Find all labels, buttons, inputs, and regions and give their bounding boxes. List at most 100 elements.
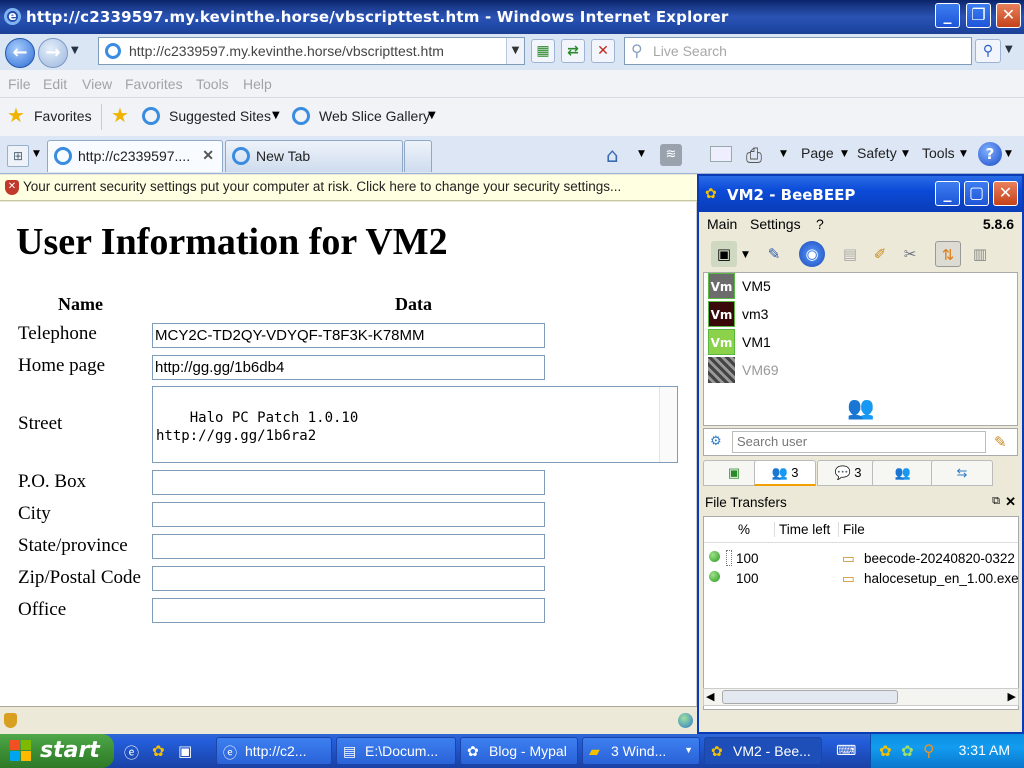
chevron-down-icon[interactable]: ▼	[272, 110, 280, 121]
office-field[interactable]	[152, 598, 545, 623]
read-mail-icon[interactable]	[710, 146, 732, 162]
close-panel-icon[interactable]: ✕	[1005, 494, 1016, 510]
tab-groups[interactable]: 👥	[872, 460, 934, 486]
clear-search-icon[interactable]: ✎	[994, 433, 1007, 451]
scroll-left-icon[interactable]: ◀	[706, 690, 714, 703]
address-dropdown-icon[interactable]: ▼	[506, 38, 524, 64]
taskbar-button-explorer-group[interactable]: ▰ 3 Wind... ▼	[582, 737, 700, 765]
keyboard-icon[interactable]: ⌨	[836, 743, 856, 759]
security-shield-icon[interactable]	[4, 713, 17, 728]
chevron-down-icon[interactable]: ▼	[638, 149, 645, 159]
search-options-icon[interactable]: ⚙	[710, 434, 722, 449]
street-textarea[interactable]: Halo PC Patch 1.0.10 http://gg.gg/1b6ra2	[152, 386, 678, 463]
home-page-field[interactable]: http://gg.gg/1b6db4	[152, 355, 545, 380]
tab-list-dropdown-icon[interactable]: ▼	[33, 149, 40, 159]
menu-help[interactable]: ?	[816, 216, 824, 232]
compatibility-view-icon[interactable]: ▦	[531, 39, 555, 63]
search-user-input[interactable]: Search user	[732, 431, 986, 453]
pencil-icon[interactable]: ✐	[867, 241, 893, 267]
maximize-button[interactable]: ❐	[966, 3, 991, 28]
close-tab-icon[interactable]: ✕	[202, 147, 214, 164]
new-tab-button[interactable]	[404, 140, 432, 172]
minimize-button[interactable]: _	[935, 3, 960, 28]
quick-launch-desktop-icon[interactable]: ▣	[178, 742, 192, 760]
help-icon[interactable]: ?	[978, 142, 1002, 166]
network-icon[interactable]: ◉	[799, 241, 825, 267]
live-search-box[interactable]: ⚲ Live Search	[624, 37, 972, 65]
page-menu[interactable]: Page	[801, 145, 834, 161]
tab-current[interactable]: http://c2339597.... ✕	[47, 140, 223, 172]
state-field[interactable]	[152, 534, 545, 559]
add-favorites-icon[interactable]: ★	[111, 103, 129, 127]
minimize-button[interactable]: _	[935, 181, 960, 206]
tab-new-tab[interactable]: New Tab	[225, 140, 403, 172]
internet-zone-icon[interactable]	[678, 713, 693, 728]
print-icon[interactable]: ⎙	[746, 143, 762, 167]
search-go-button[interactable]: ⚲	[975, 39, 1001, 63]
address-input[interactable]: http://c2339597.my.kevinthe.horse/vbscri…	[129, 43, 444, 59]
quick-tabs-icon[interactable]: ⊞	[7, 145, 29, 167]
clock[interactable]: 3:31 AM	[959, 742, 1010, 758]
refresh-icon[interactable]: ⇄	[561, 39, 585, 63]
tools-icon[interactable]: ✂	[897, 241, 923, 267]
taskbar-button-notepad[interactable]: ▤ E:\Docum...	[336, 737, 456, 765]
close-button[interactable]: ✕	[993, 181, 1018, 206]
forward-button[interactable]: →	[38, 38, 68, 68]
tools-menu[interactable]: Tools	[922, 145, 955, 161]
web-slice-gallery-link[interactable]: Web Slice Gallery	[319, 108, 430, 124]
close-button[interactable]: ✕	[996, 3, 1021, 28]
taskbar-button-mypal[interactable]: ✿ Blog - Mypal	[460, 737, 578, 765]
po-box-field[interactable]	[152, 470, 545, 495]
menu-help[interactable]: Help	[243, 76, 272, 92]
profile-icon[interactable]: ▣	[711, 241, 737, 267]
scroll-right-icon[interactable]: ▶	[1008, 690, 1016, 703]
share-icon[interactable]: ⇅	[935, 241, 961, 267]
zip-field[interactable]	[152, 566, 545, 591]
address-bar[interactable]: http://c2339597.my.kevinthe.horse/vbscri…	[98, 37, 525, 65]
network-tray-icon[interactable]: ✿	[901, 742, 914, 760]
table-row[interactable]: 100 ▭ halocesetup_en_1.00.exe	[704, 569, 1018, 589]
tab-chats[interactable]: 💬 3	[817, 460, 879, 486]
recent-pages-dropdown-icon[interactable]: ▼	[71, 45, 79, 56]
home-icon[interactable]: ⌂	[606, 143, 619, 167]
quick-launch-bee-icon[interactable]: ✿	[152, 742, 165, 760]
tab-users[interactable]: 👥 3	[754, 460, 816, 486]
bee-tray-icon[interactable]: ✿	[879, 742, 892, 760]
feeds-icon[interactable]: ≋	[660, 144, 682, 166]
menu-file[interactable]: File	[8, 76, 31, 92]
chevron-down-icon[interactable]: ▼	[742, 250, 749, 260]
menu-main[interactable]: Main	[707, 216, 737, 232]
menu-tools[interactable]: Tools	[196, 76, 229, 92]
city-field[interactable]	[152, 502, 545, 527]
search-options-icon[interactable]: ▼	[1005, 44, 1013, 55]
taskbar-button-ie[interactable]: ⓔ http://c2...	[216, 737, 332, 765]
quick-launch-ie-icon[interactable]: ⓔ	[124, 742, 139, 763]
maximize-button[interactable]: ▢	[964, 181, 989, 206]
telephone-field[interactable]: MCY2C-TD2QY-VDYQF-T8F3K-K78MM	[152, 323, 545, 348]
textarea-scrollbar[interactable]	[659, 387, 677, 462]
horizontal-scrollbar[interactable]: ◀ ▶	[703, 688, 1019, 706]
table-row[interactable]: 100 ▭ beecode-20240820-0322	[704, 549, 1018, 569]
chevron-down-icon[interactable]: ▼	[428, 110, 436, 121]
edit-status-icon[interactable]: ✎	[761, 241, 787, 267]
menu-favorites[interactable]: Favorites	[125, 76, 183, 92]
start-button[interactable]: start	[0, 734, 114, 768]
scroll-thumb[interactable]	[722, 690, 898, 704]
back-button[interactable]: ←	[5, 38, 35, 68]
security-warning-bar[interactable]: ✕ Your current security settings put you…	[0, 175, 697, 201]
undock-icon[interactable]: ⧉	[992, 495, 1000, 508]
trash-icon[interactable]: ▥	[967, 241, 993, 267]
chevron-down-icon[interactable]: ▼	[780, 149, 787, 159]
menu-view[interactable]: View	[82, 76, 112, 92]
group-icon[interactable]: 👥	[847, 396, 874, 421]
menu-settings[interactable]: Settings	[750, 216, 801, 232]
chevron-down-icon[interactable]: ▼	[1005, 149, 1012, 159]
suggested-sites-link[interactable]: Suggested Sites	[169, 108, 271, 124]
taskbar-button-beebeep[interactable]: ✿ VM2 - Bee...	[704, 737, 822, 765]
tab-files[interactable]: ⇆	[931, 460, 993, 486]
menu-edit[interactable]: Edit	[43, 76, 67, 92]
search-tray-icon[interactable]: ⚲	[923, 741, 935, 760]
favorites-button[interactable]: Favorites	[34, 108, 92, 124]
stop-icon[interactable]: ✕	[591, 39, 615, 63]
safety-menu[interactable]: Safety	[857, 145, 897, 161]
